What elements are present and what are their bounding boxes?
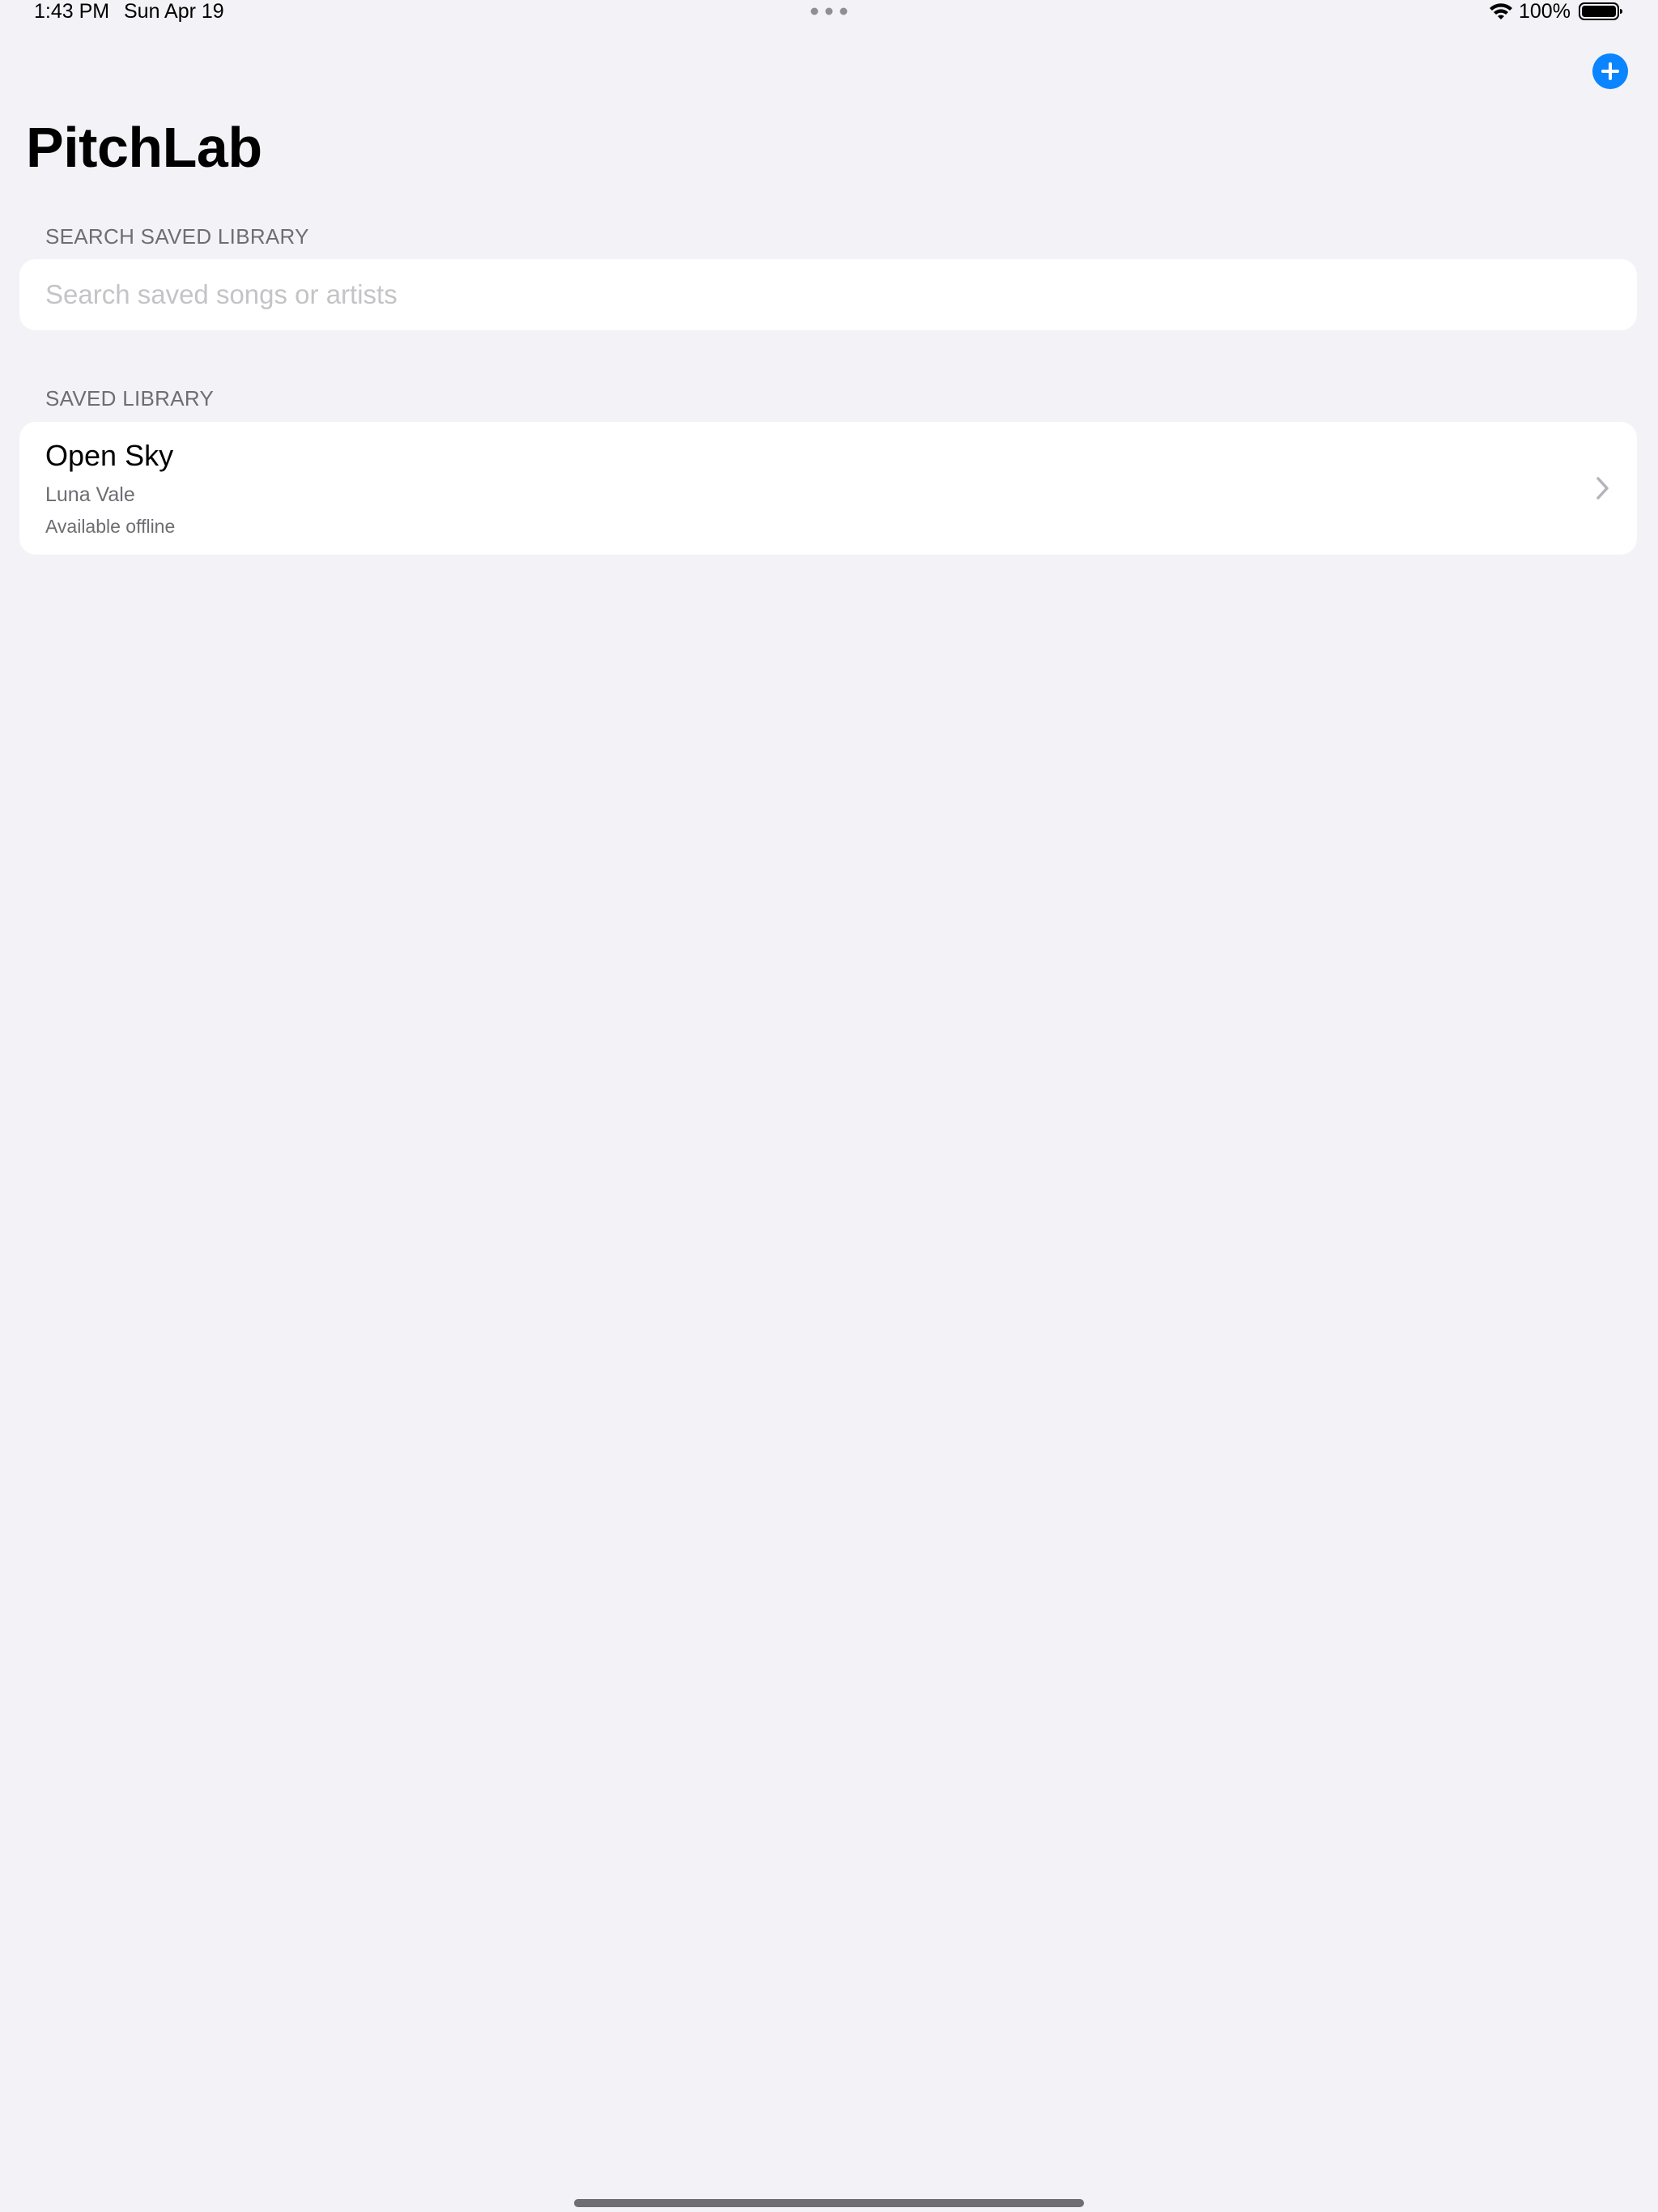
library-list: Open Sky Luna Vale Available offline — [19, 422, 1637, 555]
song-artist: Luna Vale — [45, 483, 135, 506]
home-indicator[interactable] — [574, 2199, 1084, 2207]
chevron-right-icon — [1596, 477, 1609, 500]
search-input[interactable] — [45, 259, 1608, 330]
wifi-icon — [1490, 3, 1512, 19]
list-item[interactable]: Open Sky Luna Vale Available offline — [19, 422, 1637, 555]
add-song-button[interactable] — [1592, 53, 1628, 89]
song-status: Available offline — [45, 516, 176, 537]
library-section-header: SAVED LIBRARY — [45, 386, 215, 410]
status-bar: 1:43 PM Sun Apr 19 100% — [0, 0, 1658, 28]
page-title: PitchLab — [26, 116, 262, 179]
song-title: Open Sky — [45, 439, 174, 472]
battery-icon — [1579, 2, 1622, 20]
status-time: 1:43 PM — [34, 0, 110, 23]
battery-percent: 100% — [1519, 0, 1571, 23]
search-box[interactable] — [19, 259, 1637, 330]
multitask-dots-icon[interactable] — [810, 7, 848, 15]
plus-icon — [1601, 62, 1619, 80]
search-section-header: SEARCH SAVED LIBRARY — [45, 224, 309, 249]
status-date: Sun Apr 19 — [124, 0, 224, 23]
